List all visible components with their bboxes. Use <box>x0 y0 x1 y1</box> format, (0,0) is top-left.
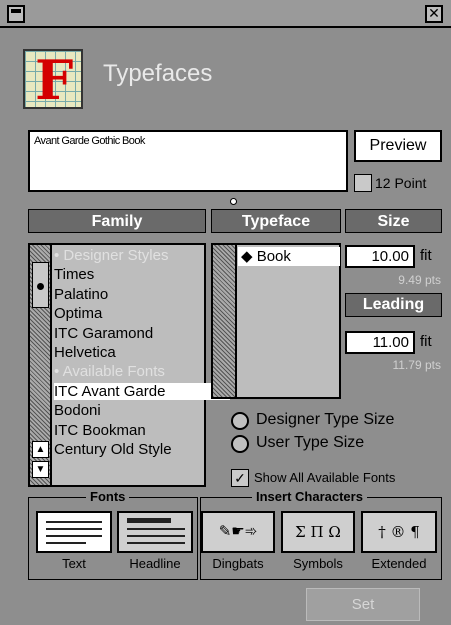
headline-font-label: Headline <box>129 556 181 571</box>
family-list-item[interactable]: Times <box>54 266 94 283</box>
typeface-scrollbar[interactable] <box>213 245 237 397</box>
preview-button[interactable]: Preview <box>354 130 442 162</box>
show-all-fonts-checkbox[interactable]: ✓ <box>231 469 249 487</box>
family-list-item[interactable]: Optima <box>54 305 102 322</box>
text-font-label: Text <box>62 556 86 571</box>
family-header: Family <box>28 209 206 233</box>
window-menu-icon[interactable] <box>7 5 25 23</box>
extended-label: Extended <box>371 556 427 571</box>
family-list-item[interactable]: Helvetica <box>54 344 116 361</box>
typefaces-window: ✕ F Typefaces Avant Garde Gothic Book Pr… <box>0 0 451 625</box>
title-bar[interactable]: ✕ <box>0 0 451 28</box>
insert-characters-title: Insert Characters <box>252 489 367 504</box>
size-header: Size <box>345 209 442 233</box>
family-list-item[interactable]: Palatino <box>54 286 108 303</box>
family-list-item[interactable]: • Designer Styles <box>54 247 168 264</box>
user-type-size-radio[interactable] <box>231 435 249 453</box>
scroll-down-arrow-icon[interactable]: ▼ <box>32 461 49 478</box>
scroll-up-arrow-icon[interactable]: ▲ <box>32 441 49 458</box>
family-scrollbar[interactable]: ▲ ▼ <box>30 245 52 485</box>
family-list-item[interactable]: ITC Garamond <box>54 325 153 342</box>
close-icon[interactable]: ✕ <box>425 5 443 23</box>
leading-header: Leading <box>345 293 442 317</box>
family-list-item[interactable]: • Available Fonts <box>54 363 165 380</box>
dingbats-icon[interactable]: ✎☛➾ <box>201 511 275 553</box>
icon-letter: F <box>35 48 74 112</box>
family-scroll-thumb[interactable] <box>32 262 49 308</box>
typeface-item-selected[interactable]: ◆ Book <box>238 247 340 266</box>
preview-text-field[interactable]: Avant Garde Gothic Book <box>28 130 348 192</box>
leading-input[interactable]: 11.00 <box>345 331 415 354</box>
leading-unit: fit <box>420 333 432 350</box>
symbols-icon[interactable]: Σ Π Ω <box>281 511 355 553</box>
12-point-checkbox[interactable] <box>354 174 372 192</box>
typeface-header: Typeface <box>211 209 341 233</box>
family-list-item[interactable]: Bodoni <box>54 402 101 419</box>
typefaces-app-icon: F <box>23 49 83 109</box>
show-all-fonts-label: Show All Available Fonts <box>254 470 396 485</box>
12-point-label: 12 Point <box>375 175 427 191</box>
dingbats-label: Dingbats <box>212 556 264 571</box>
size-input[interactable]: 10.00 <box>345 245 415 268</box>
text-font-button[interactable] <box>36 511 112 553</box>
designer-type-size-label: Designer Type Size <box>256 411 395 428</box>
family-list-item[interactable]: ITC Avant Garde <box>54 382 230 400</box>
size-pts: 9.49 pts <box>398 273 441 287</box>
designer-type-size-radio[interactable] <box>231 412 249 430</box>
family-list-item[interactable]: ITC Bookman <box>54 422 146 439</box>
headline-font-button[interactable] <box>117 511 193 553</box>
fonts-group-title: Fonts <box>86 489 130 504</box>
extended-icon[interactable]: † ® ¶ <box>361 511 437 553</box>
typeface-list[interactable] <box>211 243 341 399</box>
user-type-size-label: User Type Size <box>256 434 365 451</box>
resize-handle-icon[interactable] <box>230 198 237 205</box>
set-button[interactable]: Set <box>306 588 420 621</box>
symbols-label: Symbols <box>293 556 343 571</box>
app-title: Typefaces <box>103 60 213 87</box>
leading-pts: 11.79 pts <box>392 358 441 372</box>
size-unit: fit <box>420 247 432 264</box>
family-list-item[interactable]: Century Old Style <box>54 441 172 458</box>
